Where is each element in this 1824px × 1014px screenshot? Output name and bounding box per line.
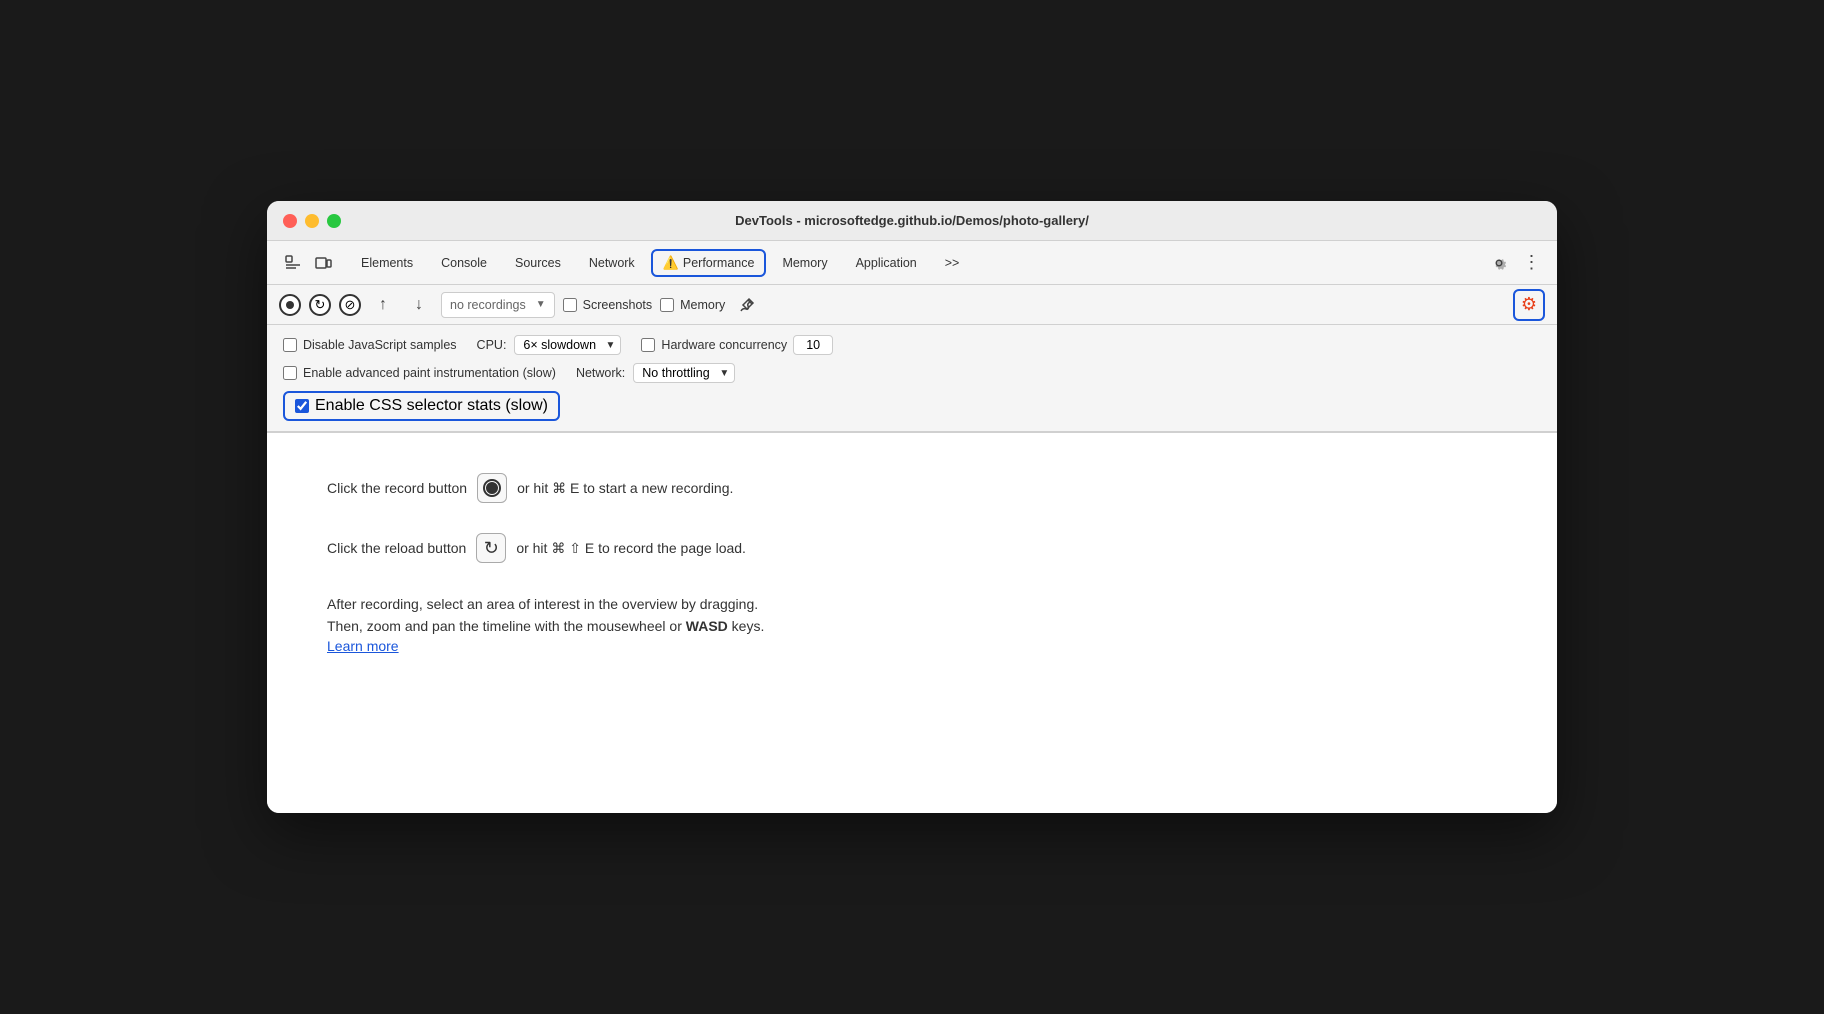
cpu-group: CPU: 6× slowdown 4× slowdown 2× slowdown… [477,335,622,355]
recording-dropdown-icon: ▼ [536,299,546,310]
tab-performance-label: Performance [683,256,755,270]
cancel-icon: ⊘ [345,297,356,313]
minimize-button[interactable] [305,214,319,228]
css-selector-checkbox[interactable] [295,399,309,413]
css-selector-label: Enable CSS selector stats (slow) [283,391,560,421]
reload-button-icon: ↻ [476,533,506,563]
maximize-button[interactable] [327,214,341,228]
performance-toolbar: ↻ ⊘ ↑ ↓ no recordings ▼ Screenshots Memo… [267,285,1557,325]
download-icon: ↓ [415,296,423,314]
record-suffix-text: or hit ⌘ E to start a new recording. [517,480,733,497]
settings-icon[interactable] [1485,249,1513,277]
screenshots-checkbox[interactable] [563,298,577,312]
description-block: After recording, select an area of inter… [327,593,1497,656]
cpu-dropdown-wrapper: 6× slowdown 4× slowdown 2× slowdown No t… [514,335,621,355]
tab-performance[interactable]: ⚠️ Performance [651,249,767,277]
reload-suffix-text: or hit ⌘ ⇧ E to record the page load. [516,540,746,557]
record-dot-icon [286,301,294,309]
tab-elements[interactable]: Elements [349,250,425,276]
screenshots-label: Screenshots [583,298,652,312]
tab-network[interactable]: Network [577,250,647,276]
memory-checkbox[interactable] [660,298,674,312]
record-instruction-text: Click the record button [327,480,467,496]
more-options-icon[interactable]: ⋮ [1517,249,1545,277]
settings-row-2: Enable advanced paint instrumentation (s… [283,363,1541,383]
keys-suffix: keys. [732,618,765,634]
enable-paint-label: Enable advanced paint instrumentation (s… [283,366,556,380]
tab-application[interactable]: Application [844,250,929,276]
disable-js-samples-label: Disable JavaScript samples [283,338,457,352]
reload-instruction-text: Click the reload button [327,540,466,556]
learn-more-link[interactable]: Learn more [327,638,399,654]
performance-settings-button[interactable]: ⚙ [1513,289,1545,321]
gear-icon: ⚙ [1521,294,1537,315]
close-button[interactable] [283,214,297,228]
brush-icon[interactable] [733,291,761,319]
record-circle-icon [486,482,498,494]
main-toolbar: Elements Console Sources Network ⚠️ Perf… [267,241,1557,285]
network-dropdown-wrapper: No throttling Fast 4G Slow 4G 3G ▼ [633,363,735,383]
disable-js-samples-checkbox[interactable] [283,338,297,352]
inspect-element-icon[interactable] [279,249,307,277]
devtools-window: DevTools - microsoftedge.github.io/Demos… [267,201,1557,813]
tab-memory[interactable]: Memory [770,250,839,276]
upload-button[interactable]: ↑ [369,291,397,319]
memory-checkbox-group: Memory [660,298,725,312]
inspector-icons [279,249,337,277]
window-title: DevTools - microsoftedge.github.io/Demos… [735,213,1089,228]
reload-instruction-block: Click the reload button ↻ or hit ⌘ ⇧ E t… [327,533,1497,563]
wasd-text: WASD [686,618,728,634]
cpu-select[interactable]: 6× slowdown 4× slowdown 2× slowdown No t… [514,335,621,355]
warning-icon: ⚠️ [663,255,679,271]
hardware-concurrency-checkbox[interactable] [641,338,655,352]
enable-paint-checkbox[interactable] [283,366,297,380]
description-line1: After recording, select an area of inter… [327,593,1497,615]
memory-label: Memory [680,298,725,312]
reload-icon: ↻ [315,297,326,313]
settings-panel: Disable JavaScript samples CPU: 6× slowd… [267,325,1557,432]
record-button-icon [477,473,507,503]
tab-console[interactable]: Console [429,250,499,276]
upload-icon: ↑ [379,296,387,314]
recording-select[interactable]: no recordings ▼ [441,292,555,318]
cpu-label: CPU: [477,338,507,352]
device-toolbar-icon[interactable] [309,249,337,277]
window-controls [283,214,341,228]
network-select[interactable]: No throttling Fast 4G Slow 4G 3G [633,363,735,383]
network-label: Network: [576,366,625,380]
tab-overflow[interactable]: >> [933,250,972,276]
download-button[interactable]: ↓ [405,291,433,319]
hardware-concurrency-label: Hardware concurrency [641,335,833,355]
hardware-concurrency-input[interactable] [793,335,833,355]
recording-placeholder: no recordings [450,298,526,312]
main-content: Click the record button or hit ⌘ E to st… [267,433,1557,813]
cancel-button[interactable]: ⊘ [339,294,361,316]
record-instruction-block: Click the record button or hit ⌘ E to st… [327,473,1497,503]
settings-row-1: Disable JavaScript samples CPU: 6× slowd… [283,335,1541,355]
reload-button[interactable]: ↻ [309,294,331,316]
description-line2: Then, zoom and pan the timeline with the… [327,615,1497,637]
record-button[interactable] [279,294,301,316]
settings-row-3: Enable CSS selector stats (slow) [283,391,1541,421]
network-group: Network: No throttling Fast 4G Slow 4G 3… [576,363,735,383]
screenshots-checkbox-group: Screenshots [563,298,652,312]
tab-sources[interactable]: Sources [503,250,573,276]
title-bar: DevTools - microsoftedge.github.io/Demos… [267,201,1557,241]
